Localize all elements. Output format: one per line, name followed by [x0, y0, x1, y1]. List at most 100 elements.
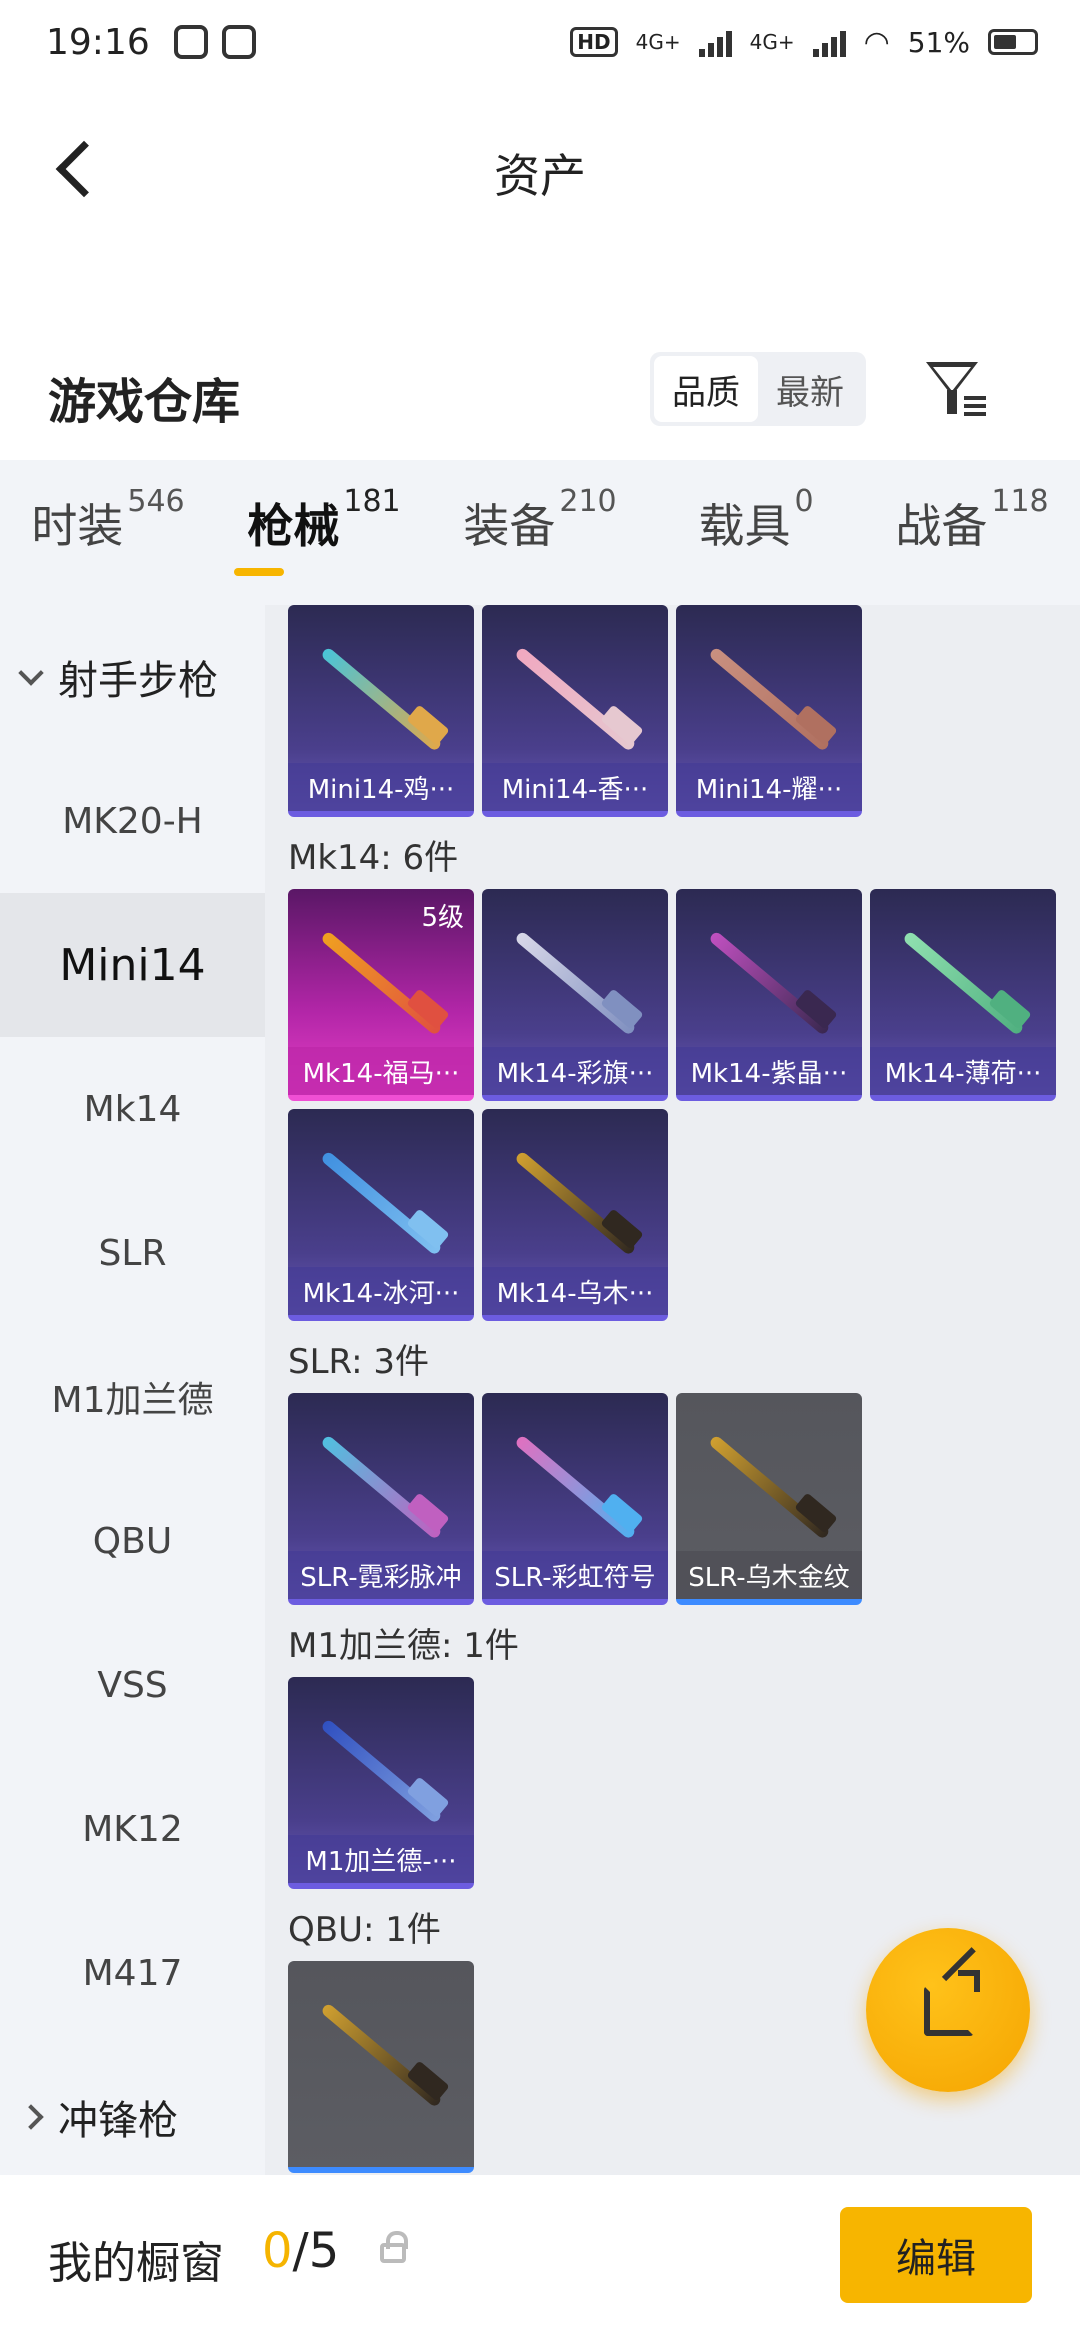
share-button[interactable]: [866, 1928, 1030, 2092]
tab-label: 时装: [31, 498, 124, 553]
edit-button[interactable]: 编辑: [840, 2207, 1032, 2303]
signal-icon: [812, 27, 846, 57]
weapon-card[interactable]: Mk14-乌木···: [482, 1109, 668, 1321]
weapon-card-label: Mk14-薄荷···: [870, 1047, 1056, 1095]
weapon-card-label: Mini14-鸡···: [288, 763, 474, 811]
filter-icon-inner: [933, 367, 971, 391]
sidebar-item-mk20h[interactable]: MK20-H: [0, 749, 265, 893]
filter-button[interactable]: [920, 354, 990, 424]
weapon-skin-image: [708, 929, 838, 1039]
sidebar-item-label: 冲锋枪: [58, 2098, 178, 2144]
weapon-skin-image: [320, 929, 450, 1039]
weapon-card[interactable]: Mk14-紫晶···: [676, 889, 862, 1101]
chevron-down-icon: [18, 660, 44, 686]
sidebar-item-mk14[interactable]: Mk14: [0, 1037, 265, 1181]
tab-label: 战备: [895, 498, 988, 553]
showcase-total: /5: [292, 2223, 340, 2279]
signal-icon: [698, 27, 732, 57]
weapon-skin-image: [320, 1149, 450, 1259]
weapon-card[interactable]: Mini14-鸡···: [288, 605, 474, 817]
weapon-card[interactable]: Mk14-冰河···: [288, 1109, 474, 1321]
showcase-label: 我的橱窗: [48, 2238, 224, 2289]
battery-icon: [988, 29, 1038, 55]
title-bar: 资产: [0, 110, 1080, 230]
weapon-skin-image: [514, 1433, 644, 1543]
weapon-skin-image: [320, 645, 450, 755]
status-time: 19:16: [46, 21, 150, 63]
sidebar-item-vss[interactable]: VSS: [0, 1613, 265, 1757]
tab-count: 210: [559, 483, 617, 519]
weapon-sidebar: 射手步枪 MK20-H Mini14 Mk14 SLR M1加兰德 QBU VS…: [0, 605, 265, 2175]
weapon-card[interactable]: SLR-乌木金纹: [676, 1393, 862, 1605]
weapon-card-label: Mk14-彩旗···: [482, 1047, 668, 1095]
filter-icon-lines: [964, 396, 986, 420]
wifi-icon: ◠: [863, 24, 890, 60]
weapon-card-label: Mini14-耀···: [676, 763, 862, 811]
weapon-card-label: Mk14-冰河···: [288, 1267, 474, 1315]
weapon-card[interactable]: Mk14-彩旗···: [482, 889, 668, 1101]
weapon-skin-image: [708, 645, 838, 755]
filter-icon-stem: [947, 390, 957, 414]
share-icon-arrowhead: [958, 1970, 980, 1992]
weapon-skin-image: [514, 929, 644, 1039]
weapon-card[interactable]: [288, 1961, 474, 2173]
item-grid: 5级 Mk14-福马··· Mk14-彩旗··· Mk14-紫晶··· Mk14-薄荷·…: [288, 889, 1080, 1321]
sidebar-group-marksman[interactable]: 射手步枪: [0, 605, 265, 749]
notification-icons: [173, 25, 256, 59]
weapon-card-label: SLR-乌木金纹: [676, 1551, 862, 1599]
weapon-card-label: SLR-彩虹符号: [482, 1551, 668, 1599]
sidebar-item-slr[interactable]: SLR: [0, 1181, 265, 1325]
chevron-right-icon: [18, 2104, 44, 2130]
weapon-card[interactable]: Mini14-耀···: [676, 605, 862, 817]
item-grid: Mini14-鸡··· Mini14-香··· Mini14-耀···: [288, 605, 1080, 817]
tab-count: 546: [127, 483, 185, 519]
app-notification-icon: [173, 25, 208, 59]
sort-newest-button[interactable]: 最新: [758, 356, 862, 422]
category-tabs: 时装 546 枪械 181 装备 210 载具 0 战备 118: [0, 460, 1080, 605]
sidebar-item-mk12[interactable]: MK12: [0, 1757, 265, 1901]
weapon-card-label: Mk14-紫晶···: [676, 1047, 862, 1095]
weapon-skin-image: [320, 1433, 450, 1543]
hd-icon: HD: [570, 27, 618, 57]
item-grid: M1加兰德-···: [288, 1677, 1080, 1889]
weapon-card-label: Mini14-香···: [482, 763, 668, 811]
weapon-card-label: M1加兰德-···: [288, 1835, 474, 1883]
weapon-card[interactable]: M1加兰德-···: [288, 1677, 474, 1889]
sidebar-item-label: 射手步枪: [58, 658, 218, 704]
sidebar-group-smg[interactable]: 冲锋枪: [0, 2045, 265, 2189]
tab-fashion[interactable]: 时装 546: [0, 484, 216, 576]
tab-count: 118: [991, 483, 1049, 519]
weapon-skin-image: [514, 1149, 644, 1259]
weapon-skin-image: [514, 645, 644, 755]
share-icon: [924, 1986, 974, 2036]
sort-quality-button[interactable]: 品质: [654, 356, 758, 422]
network-label-2: 4G+: [749, 30, 795, 54]
sort-toggle: 品质 最新: [650, 352, 866, 426]
weapon-card[interactable]: 5级 Mk14-福马···: [288, 889, 474, 1101]
weapon-card[interactable]: Mini14-香···: [482, 605, 668, 817]
tab-count: 0: [794, 483, 814, 519]
app-notification-icon: [221, 25, 256, 59]
item-grid: SLR-霓彩脉冲 SLR-彩虹符号 SLR-乌木金纹: [288, 1393, 1080, 1605]
active-tab-indicator: [234, 567, 284, 576]
warehouse-title: 游戏仓库: [48, 374, 241, 430]
weapon-skin-image: [902, 929, 1032, 1039]
section-label: M1加兰德: 1件: [288, 1625, 519, 1666]
tab-weapons[interactable]: 枪械 181: [216, 484, 432, 576]
showcase-current: 0: [262, 2223, 293, 2279]
tab-vehicles[interactable]: 载具 0: [648, 484, 864, 576]
tab-supplies[interactable]: 战备 118: [864, 484, 1080, 576]
weapon-card-label: Mk14-福马···: [288, 1047, 474, 1095]
tab-equipment[interactable]: 装备 210: [432, 484, 648, 576]
level-badge: 5级: [421, 903, 464, 933]
tab-label: 载具: [698, 498, 791, 553]
network-label-1: 4G+: [635, 30, 681, 54]
sidebar-item-m417[interactable]: M417: [0, 1901, 265, 2045]
sidebar-item-qbu[interactable]: QBU: [0, 1469, 265, 1613]
weapon-card[interactable]: SLR-霓彩脉冲: [288, 1393, 474, 1605]
sidebar-item-mini14[interactable]: Mini14: [0, 893, 265, 1037]
weapon-card[interactable]: Mk14-薄荷···: [870, 889, 1056, 1101]
weapon-skin-image: [320, 2001, 450, 2111]
sidebar-item-m1-garand[interactable]: M1加兰德: [0, 1325, 265, 1469]
weapon-card[interactable]: SLR-彩虹符号: [482, 1393, 668, 1605]
